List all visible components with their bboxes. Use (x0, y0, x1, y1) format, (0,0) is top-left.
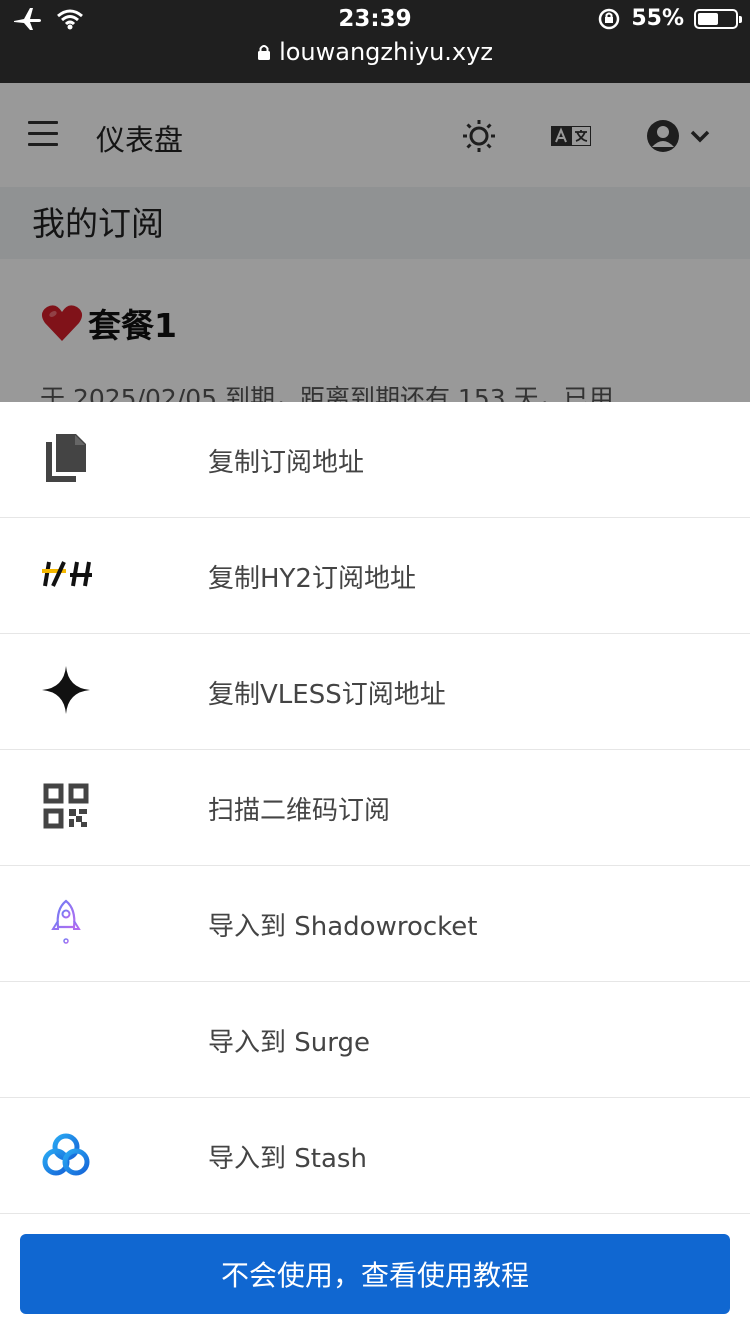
view-tutorial-button[interactable]: 不会使用，查看使用教程 (20, 1234, 730, 1314)
scan-qrcode-label: 扫描二维码订阅 (208, 796, 391, 826)
import-shadowrocket-option[interactable]: 导入到 Shadowrocket (0, 866, 750, 982)
surge-icon (46, 1020, 82, 1056)
modal-overlay[interactable] (0, 83, 750, 403)
url-bar[interactable]: louwangzhiyu.xyz (0, 38, 750, 66)
import-surge-option[interactable]: 导入到 Surge (0, 982, 750, 1098)
import-stash-label: 导入到 Stash (208, 1144, 367, 1174)
hysteria-icon (42, 561, 92, 587)
scan-qrcode-option[interactable]: 扫描二维码订阅 (0, 750, 750, 866)
url-text: louwangzhiyu.xyz (279, 38, 493, 66)
import-shadowrocket-label: 导入到 Shadowrocket (208, 912, 478, 942)
status-right: 55% (597, 6, 742, 31)
qrcode-icon (43, 783, 89, 829)
status-bar: 23:39 55% louwangzhiyu.xyz (0, 0, 750, 83)
import-surge-label: 导入到 Surge (208, 1028, 370, 1058)
lock-icon (258, 45, 271, 60)
battery-percent: 55% (631, 6, 684, 31)
battery-icon (694, 8, 742, 29)
rotation-lock-icon (599, 8, 620, 29)
copy-vless-url-label: 复制VLESS订阅地址 (208, 680, 446, 710)
vless-star-icon (42, 666, 90, 714)
import-stash-option[interactable]: 导入到 Stash (0, 1098, 750, 1214)
copy-hy2-url-option[interactable]: 复制HY2订阅地址 (0, 518, 750, 634)
shadowrocket-icon (51, 899, 81, 944)
copy-hy2-url-label: 复制HY2订阅地址 (208, 564, 416, 594)
subscription-action-sheet: 复制订阅地址 复制HY2订阅地址 复制VLESS订阅地址 扫描二维码订阅 导入到… (0, 402, 750, 1334)
battery-fill (698, 12, 718, 25)
stash-icon (42, 1133, 90, 1176)
copy-subscription-url-option[interactable]: 复制订阅地址 (0, 402, 750, 518)
copy-subscription-url-label: 复制订阅地址 (208, 448, 365, 478)
copy-vless-url-option[interactable]: 复制VLESS订阅地址 (0, 634, 750, 750)
copy-icon (46, 434, 86, 482)
